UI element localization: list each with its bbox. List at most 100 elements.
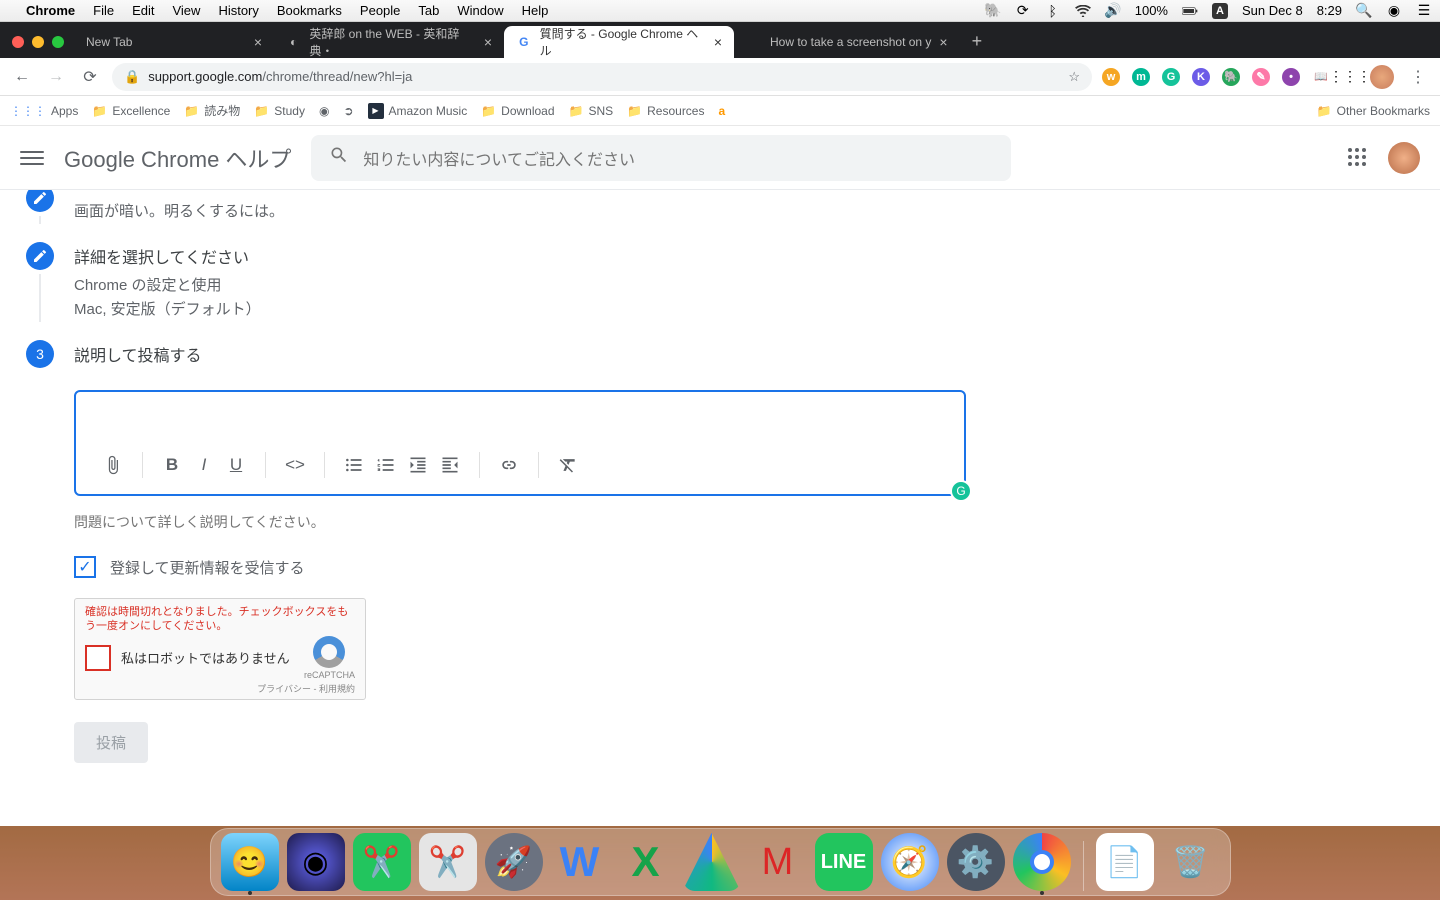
step-badge-edit-icon[interactable] xyxy=(26,242,54,270)
apps-shortcut[interactable]: ⋮⋮⋮Apps xyxy=(10,104,78,118)
user-avatar[interactable] xyxy=(1388,142,1420,174)
bookmark-item[interactable]: ◉ xyxy=(319,104,329,118)
app-icon[interactable]: ✂️ xyxy=(419,833,477,891)
code-icon[interactable]: <> xyxy=(280,450,310,480)
extension-icon[interactable]: m xyxy=(1132,68,1150,86)
minimize-window-icon[interactable] xyxy=(32,36,44,48)
word-icon[interactable]: W xyxy=(551,833,609,891)
submit-button[interactable]: 投稿 xyxy=(74,722,148,763)
menu-help[interactable]: Help xyxy=(522,3,549,18)
bold-icon[interactable]: B xyxy=(157,450,187,480)
attach-icon[interactable] xyxy=(98,450,128,480)
close-tab-icon[interactable]: × xyxy=(939,34,947,50)
new-tab-button[interactable]: + xyxy=(960,31,995,58)
profile-avatar[interactable] xyxy=(1370,65,1394,89)
siri-icon[interactable]: ◉ xyxy=(287,833,345,891)
hamburger-menu-icon[interactable] xyxy=(20,146,44,170)
bookmark-folder[interactable]: 📁Download xyxy=(481,104,554,118)
app-icon[interactable]: ✂️ xyxy=(353,833,411,891)
battery-percent[interactable]: 100% xyxy=(1135,3,1168,18)
close-tab-icon[interactable]: × xyxy=(484,34,492,50)
browser-tab[interactable]: ◐ 英辞郎 on the WEB - 英和辞典・ × xyxy=(274,26,504,58)
close-tab-icon[interactable]: × xyxy=(714,34,722,50)
launchpad-icon[interactable]: 🚀 xyxy=(485,833,543,891)
spotlight-icon[interactable]: 🔍 xyxy=(1356,3,1372,19)
bullet-list-icon[interactable] xyxy=(339,450,369,480)
battery-icon[interactable] xyxy=(1182,3,1198,19)
bookmark-folder[interactable]: 📁Excellence xyxy=(92,104,170,118)
menu-edit[interactable]: Edit xyxy=(132,3,154,18)
close-window-icon[interactable] xyxy=(12,36,24,48)
menu-bookmarks[interactable]: Bookmarks xyxy=(277,3,342,18)
step-badge-edit-icon[interactable] xyxy=(26,190,54,212)
notification-center-icon[interactable]: ☰ xyxy=(1416,3,1432,19)
google-apps-icon[interactable] xyxy=(1348,148,1368,168)
extension-icon[interactable]: • xyxy=(1282,68,1300,86)
finder-icon[interactable]: 😊 xyxy=(221,833,279,891)
drive-icon[interactable] xyxy=(683,833,741,891)
line-icon[interactable]: LINE xyxy=(815,833,873,891)
reload-button[interactable]: ⟳ xyxy=(78,65,102,89)
evernote-extension-icon[interactable]: 🐘 xyxy=(1222,68,1240,86)
excel-icon[interactable]: X xyxy=(617,833,675,891)
extension-icon[interactable]: w xyxy=(1102,68,1120,86)
clear-format-icon[interactable] xyxy=(553,450,583,480)
chrome-menu-icon[interactable]: ⋮ xyxy=(1406,65,1430,89)
numbered-list-icon[interactable] xyxy=(371,450,401,480)
bookmark-folder[interactable]: 📁Resources xyxy=(627,104,704,118)
menu-tab[interactable]: Tab xyxy=(418,3,439,18)
help-search-box[interactable]: 知りたい内容についてご記入ください xyxy=(311,135,1011,181)
volume-icon[interactable]: 🔊 xyxy=(1105,3,1121,19)
apps-icon[interactable]: ⋮⋮⋮ xyxy=(1342,69,1358,85)
file-icon[interactable]: 📄 xyxy=(1096,833,1154,891)
menu-file[interactable]: File xyxy=(93,3,114,18)
bookmark-folder[interactable]: 📁Study xyxy=(254,104,305,118)
bookmark-item[interactable]: a xyxy=(718,104,725,118)
app-name[interactable]: Chrome xyxy=(26,3,75,18)
siri-icon[interactable]: ◉ xyxy=(1386,3,1402,19)
browser-tab[interactable]: New Tab × xyxy=(74,26,274,58)
extension-icon[interactable]: ✎ xyxy=(1252,68,1270,86)
close-tab-icon[interactable]: × xyxy=(254,34,262,50)
menu-view[interactable]: View xyxy=(172,3,200,18)
sync-icon[interactable]: ⟳ xyxy=(1015,3,1031,19)
menubar-date[interactable]: Sun Dec 8 xyxy=(1242,3,1303,18)
link-icon[interactable] xyxy=(494,450,524,480)
bluetooth-icon[interactable]: ᛒ xyxy=(1045,3,1061,19)
gmail-icon[interactable]: M xyxy=(749,833,807,891)
input-source-badge[interactable]: A xyxy=(1212,3,1228,19)
settings-icon[interactable]: ⚙️ xyxy=(947,833,1005,891)
menubar-time[interactable]: 8:29 xyxy=(1317,3,1342,18)
browser-tab[interactable]: How to take a screenshot on y × xyxy=(734,26,960,58)
browser-tab-active[interactable]: G 質問する - Google Chrome ヘル × xyxy=(504,26,734,58)
evernote-menubar-icon[interactable]: 🐘 xyxy=(985,3,1001,19)
extension-icon[interactable]: K xyxy=(1192,68,1210,86)
menu-people[interactable]: People xyxy=(360,3,400,18)
bookmark-folder[interactable]: 📁SNS xyxy=(569,104,614,118)
editor-textarea[interactable] xyxy=(76,392,964,440)
back-button[interactable]: ← xyxy=(10,65,34,89)
extension-icon[interactable]: 📖 xyxy=(1312,68,1330,86)
other-bookmarks[interactable]: 📁Other Bookmarks xyxy=(1317,104,1430,118)
safari-icon[interactable]: 🧭 xyxy=(881,833,939,891)
trash-icon[interactable]: 🗑️ xyxy=(1162,833,1220,891)
wifi-icon[interactable] xyxy=(1075,3,1091,19)
grammarly-extension-icon[interactable]: G xyxy=(1162,68,1180,86)
forward-button[interactable]: → xyxy=(44,65,68,89)
subscribe-checkbox[interactable]: ✓ xyxy=(74,556,96,578)
fullscreen-window-icon[interactable] xyxy=(52,36,64,48)
outdent-icon[interactable] xyxy=(403,450,433,480)
star-icon[interactable]: ☆ xyxy=(1068,69,1080,85)
address-bar[interactable]: 🔒 support.google.com/chrome/thread/new?h… xyxy=(112,63,1092,91)
rich-text-editor[interactable]: B I U <> xyxy=(74,390,966,496)
underline-icon[interactable]: U xyxy=(221,450,251,480)
grammarly-badge-icon[interactable]: G xyxy=(950,480,972,502)
chrome-icon[interactable] xyxy=(1013,833,1071,891)
recaptcha-footer[interactable]: プライバシー - 利用規約 xyxy=(85,682,355,695)
menu-window[interactable]: Window xyxy=(457,3,503,18)
bookmark-item[interactable]: ▶Amazon Music xyxy=(368,103,468,119)
italic-icon[interactable]: I xyxy=(189,450,219,480)
recaptcha-checkbox[interactable] xyxy=(85,645,111,671)
bookmark-folder[interactable]: 📁読み物 xyxy=(184,102,240,119)
menu-history[interactable]: History xyxy=(218,3,258,18)
